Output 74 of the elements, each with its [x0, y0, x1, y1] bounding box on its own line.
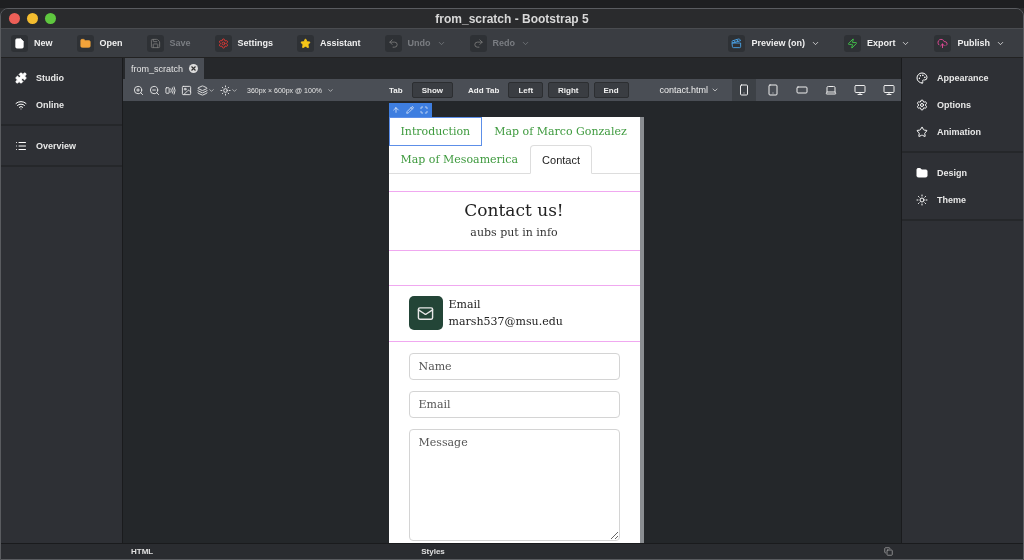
minimize-window-button[interactable]	[27, 13, 38, 24]
panel-item[interactable]: Options	[902, 91, 1023, 118]
html-tab[interactable]: HTML	[131, 547, 154, 556]
settings-icon	[214, 34, 232, 52]
panel-item[interactable]: Studio	[1, 64, 122, 91]
panel-item[interactable]: Theme	[902, 186, 1023, 213]
redo-icon	[469, 34, 487, 52]
device-button[interactable]	[732, 79, 756, 101]
folder-icon	[916, 166, 928, 179]
contact-email: marsh537@msu.edu	[448, 314, 563, 330]
page-dropdown[interactable]: contact.html	[659, 85, 727, 95]
nav-tab[interactable]: Introduction	[388, 117, 483, 146]
star-icon	[916, 125, 928, 138]
panel-item[interactable]: Animation	[902, 118, 1023, 145]
monitor-icon	[854, 84, 866, 96]
zoom-window-button[interactable]	[45, 13, 56, 24]
window-title: from_scratch - Bootstrap 5	[435, 11, 589, 26]
tablet-landscape-icon	[796, 84, 808, 96]
mail-icon	[408, 296, 443, 330]
add-tab-button[interactable]: End	[593, 82, 629, 98]
toolbar-button[interactable]: Assistant	[293, 34, 365, 52]
caret-icon	[711, 86, 719, 94]
monitor-icon	[883, 84, 895, 96]
contact-label: Email	[448, 297, 482, 313]
panel-item[interactable]: Online	[1, 91, 122, 118]
toolbar-button[interactable]: Publish	[930, 34, 1009, 52]
toolbar-button[interactable]: Preview (on)	[724, 34, 824, 52]
save-icon	[146, 34, 164, 52]
copy-icon[interactable]	[884, 547, 893, 556]
nav-tab[interactable]: Map of Mesoamerica	[388, 145, 531, 174]
nav-tab[interactable]: Contact	[530, 145, 592, 174]
zoom-in-icon[interactable]	[133, 84, 144, 96]
file-icon	[11, 34, 28, 52]
input-field[interactable]: Email	[408, 391, 620, 418]
add-tab-button[interactable]: Right	[548, 82, 589, 98]
add-tab-label: Add Tab	[468, 85, 500, 95]
laptop-icon	[825, 84, 837, 96]
lightning-icon	[843, 34, 861, 52]
panel-item[interactable]: Appearance	[902, 64, 1023, 91]
styles-tab[interactable]: Styles	[421, 547, 445, 556]
toolbar-button[interactable]: Settings	[210, 34, 278, 52]
undo-icon	[384, 34, 402, 52]
settings-icon	[916, 98, 928, 111]
document-tab[interactable]: from_scratch	[125, 58, 204, 79]
sun-icon	[916, 193, 928, 206]
tablet-icon	[767, 84, 779, 96]
show-button[interactable]: Show	[411, 82, 453, 98]
phone-icon	[738, 84, 750, 96]
layers-icon[interactable]	[197, 84, 215, 96]
cloud-upload-icon	[934, 34, 952, 52]
tab-label: Tab	[389, 85, 403, 95]
close-window-button[interactable]	[9, 13, 20, 24]
folder-icon	[76, 34, 94, 52]
zoom-out-icon[interactable]	[149, 84, 160, 96]
message-field[interactable]: Message	[408, 429, 620, 541]
toolbar-button[interactable]: Open	[72, 34, 127, 52]
panel-item[interactable]: Design	[902, 159, 1023, 186]
add-tab-button[interactable]: Left	[508, 82, 544, 98]
puzzle-icon	[15, 71, 27, 84]
clapperboard-icon	[728, 34, 746, 52]
palette-icon	[916, 71, 928, 84]
close-icon[interactable]	[189, 64, 198, 73]
page-heading: Contact us!	[464, 200, 564, 220]
image-icon[interactable]	[181, 84, 192, 96]
page-subheading: aubs put in info	[470, 226, 558, 239]
caret-icon[interactable]	[327, 86, 335, 94]
input-field[interactable]: Name	[408, 353, 620, 380]
panel-item[interactable]: Overview	[1, 132, 122, 159]
toolbar-button[interactable]: Export	[839, 34, 915, 52]
wifi-icon	[15, 98, 27, 111]
toolbar-button[interactable]: New	[7, 34, 57, 52]
nav-tab[interactable]: Map of Marco Gonzalez	[482, 117, 639, 146]
list-icon	[15, 139, 27, 152]
sun-icon[interactable]	[220, 84, 238, 96]
